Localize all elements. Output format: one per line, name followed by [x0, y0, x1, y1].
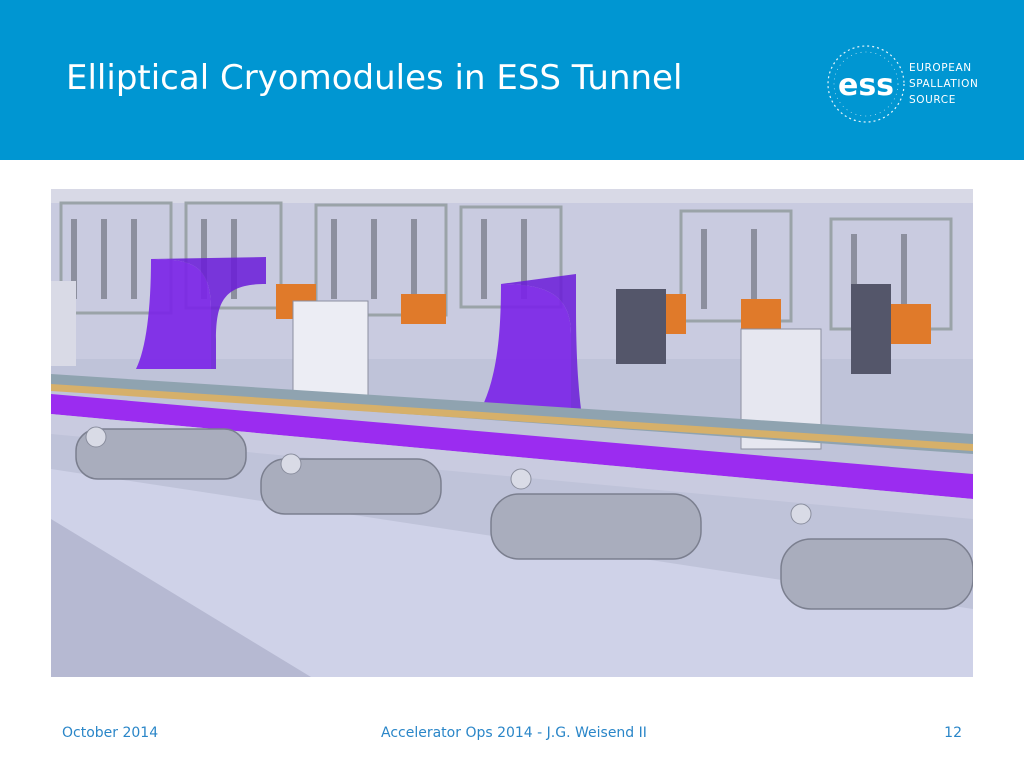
ess-logo-icon: ess [827, 45, 905, 123]
tunnel-render-image [51, 189, 973, 677]
footer-presentation-info: Accelerator Ops 2014 - J.G. Weisend II [381, 725, 647, 741]
svg-text:ess: ess [838, 68, 894, 103]
logo-line: SPALLATION [909, 78, 979, 90]
logo-line: EUROPEAN [909, 62, 972, 74]
header-bar: Elliptical Cryomodules in ESS Tunnel ess… [0, 0, 1024, 160]
logo-line: SOURCE [909, 94, 956, 106]
logo-wordmark: EUROPEAN SPALLATION SOURCE [909, 60, 978, 108]
footer-date: October 2014 [62, 725, 159, 741]
slide-title: Elliptical Cryomodules in ESS Tunnel [66, 58, 683, 98]
footer-page-number: 12 [944, 725, 962, 741]
